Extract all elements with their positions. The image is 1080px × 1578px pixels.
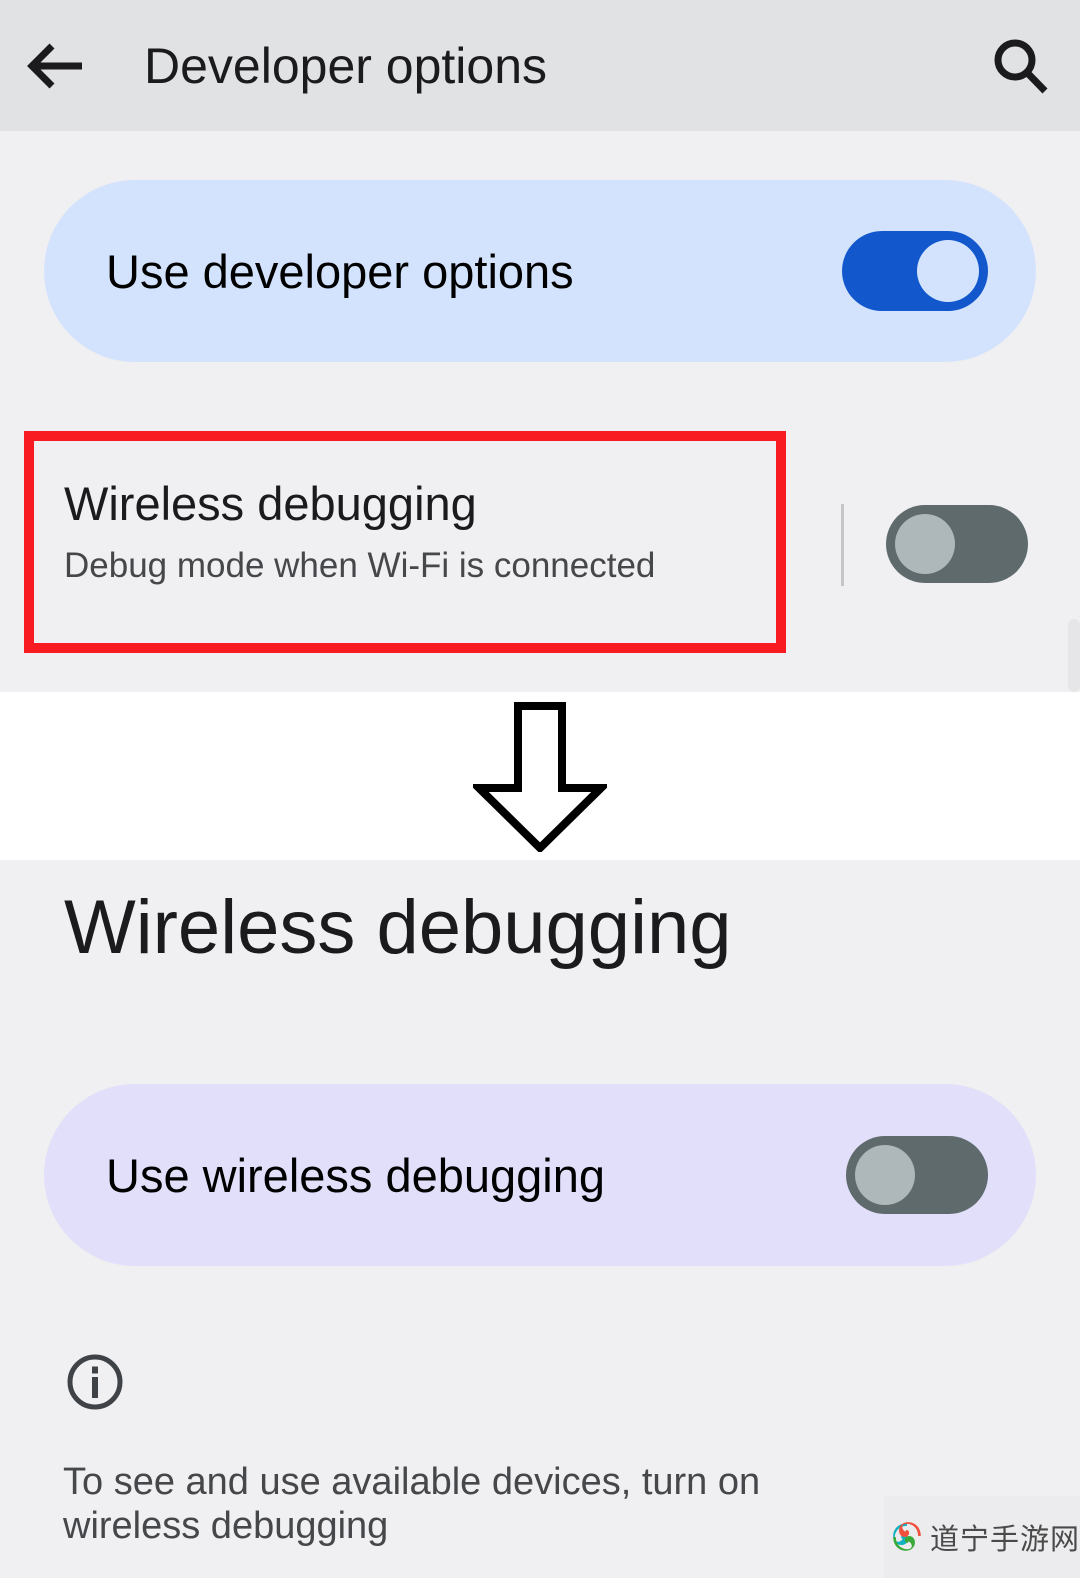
search-button[interactable] [960, 0, 1080, 131]
wireless-debugging-toggle[interactable] [886, 505, 1028, 583]
watermark: 道宁手游网 [884, 1496, 1080, 1578]
developer-options-screen: Developer options Use developer options … [0, 0, 1080, 692]
site-logo-icon [893, 1522, 921, 1551]
info-icon-wrap [66, 1353, 124, 1416]
toggle-knob [855, 1145, 915, 1205]
transition-arrow [469, 702, 611, 857]
scrollbar[interactable] [1068, 619, 1080, 692]
back-arrow-icon [27, 43, 82, 88]
back-button[interactable] [0, 0, 112, 131]
row-divider [841, 504, 844, 586]
page-title: Developer options [144, 37, 548, 94]
arrow-down-outline-icon [469, 702, 611, 854]
toggle-knob [917, 240, 979, 302]
wireless-debugging-help-text: To see and use available devices, turn o… [63, 1461, 761, 1548]
wireless-debugging-page-title: Wireless debugging [64, 885, 732, 970]
use-wireless-debugging-toggle[interactable] [846, 1136, 988, 1214]
use-developer-options-label: Use developer options [106, 244, 574, 298]
use-wireless-debugging-row[interactable]: Use wireless debugging [44, 1084, 1036, 1266]
search-icon [994, 39, 1048, 93]
annotation-highlight-box [24, 431, 786, 653]
app-bar: Developer options [0, 0, 1080, 131]
use-developer-options-row[interactable]: Use developer options [44, 180, 1036, 362]
info-circle-icon [67, 1354, 123, 1410]
wireless-debugging-screen: Wireless debugging Use wireless debuggin… [0, 860, 1080, 1578]
use-developer-options-toggle[interactable] [842, 231, 988, 311]
use-wireless-debugging-label: Use wireless debugging [106, 1148, 606, 1202]
watermark-text: 道宁手游网 [929, 1522, 1080, 1556]
wireless-debugging-toggle-wrap[interactable] [886, 505, 1028, 583]
toggle-knob [895, 514, 955, 574]
